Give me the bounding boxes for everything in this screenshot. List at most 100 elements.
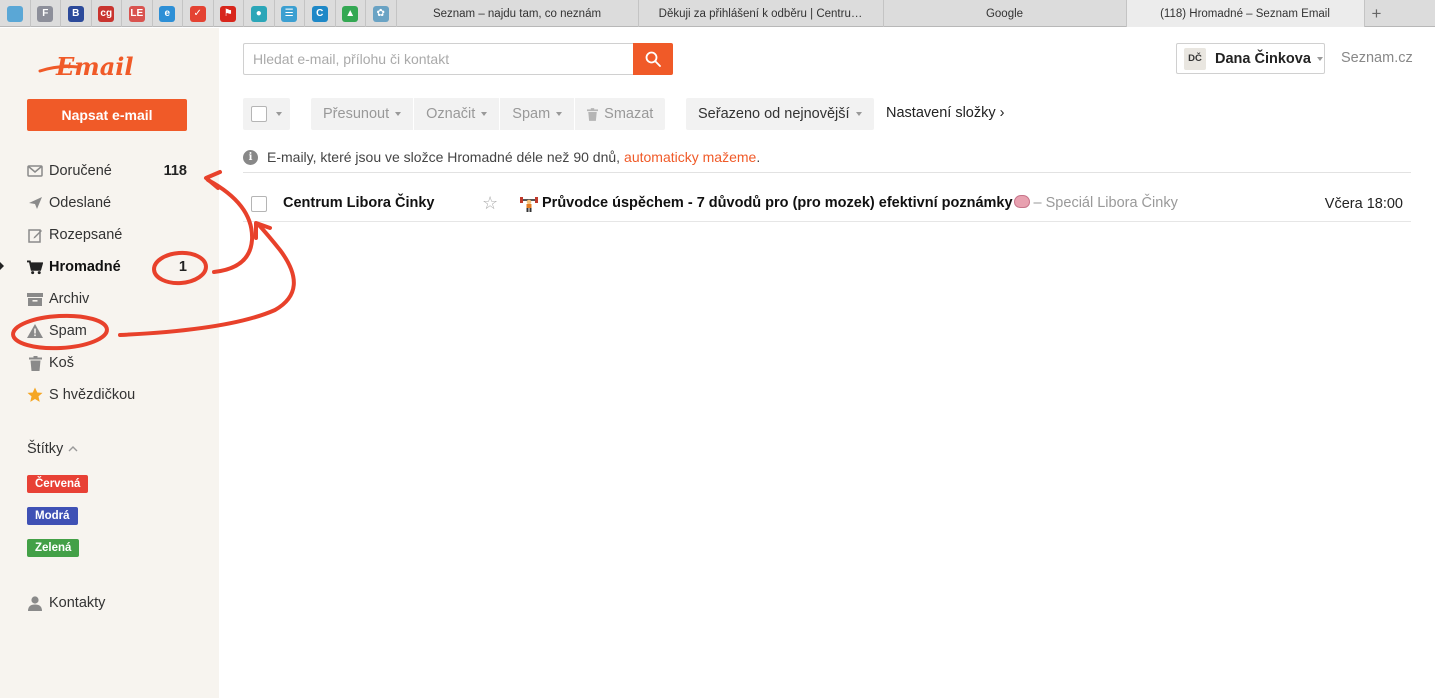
pinned-tab[interactable]: ☰ <box>275 0 305 27</box>
chevron-down-icon <box>395 112 402 116</box>
folder-archive[interactable]: Archiv <box>0 285 219 313</box>
pinned-tab[interactable]: ✿ <box>366 0 397 27</box>
folder-label: Doručené <box>49 163 112 179</box>
folder-trash[interactable]: Koš <box>0 349 219 377</box>
browser-tab-title: Seznam – najdu tam, co neznám <box>432 7 602 20</box>
message-subject: Průvodce úspěchem - 7 důvodů pro (pro mo… <box>542 195 1013 211</box>
browser-tab[interactable]: Google <box>884 0 1127 27</box>
select-all-group <box>243 98 290 130</box>
tag-label: Červená <box>35 478 81 490</box>
user-menu[interactable]: DČ Dana Činkova <box>1176 43 1325 74</box>
folder-label: S hvězdičkou <box>49 387 136 403</box>
folder-label: Hromadné <box>49 259 121 275</box>
sort-dropdown[interactable]: Seřazeno od nejnovější <box>686 98 874 130</box>
folder-starred[interactable]: S hvězdičkou <box>0 381 219 409</box>
person-icon <box>27 595 43 611</box>
tag-label: Modrá <box>35 510 70 522</box>
pinned-tab[interactable]: F <box>31 0 61 27</box>
tag-green[interactable]: Zelená <box>27 539 80 557</box>
f-icon: F <box>37 5 54 22</box>
spam-label: Spam <box>512 106 551 122</box>
tag-blue[interactable]: Modrá <box>27 507 78 525</box>
message-row[interactable]: Centrum Libora Činky ☆ Průvodce úspěchem… <box>243 187 1411 222</box>
select-all-checkbox-wrap[interactable] <box>243 98 290 130</box>
folder-settings-link[interactable]: Nastavení složky › <box>886 105 1004 121</box>
spam-button[interactable]: Spam <box>500 98 576 130</box>
pinned-tab[interactable]: B <box>61 0 92 27</box>
archive-icon <box>27 291 43 307</box>
move-button[interactable]: Přesunout <box>311 98 415 130</box>
browser-tab[interactable]: Seznam – najdu tam, co neznám <box>397 0 639 27</box>
message-actions-group: Přesunout Označit Spam Smazat <box>311 98 666 130</box>
mark-button[interactable]: Označit <box>414 98 501 130</box>
message-sender: Centrum Libora Činky <box>283 195 435 211</box>
le-icon: LE <box>128 5 145 22</box>
tags-heading[interactable]: Štítky <box>27 441 78 457</box>
c-icon: C <box>311 5 328 22</box>
folder-sent[interactable]: Odeslané <box>0 189 219 217</box>
tag-red[interactable]: Červená <box>27 475 89 493</box>
contacts-label: Kontakty <box>49 595 106 611</box>
avatar: DČ <box>1184 47 1206 70</box>
mark-label: Označit <box>426 106 476 122</box>
pinned-tab[interactable]: cg <box>92 0 122 27</box>
contacts-link[interactable]: Kontakty <box>0 589 219 617</box>
folder-drafts[interactable]: Rozepsané <box>0 221 219 249</box>
tags-heading-label: Štítky <box>27 441 64 457</box>
cart-icon <box>27 259 43 275</box>
cg-icon: cg <box>98 5 115 22</box>
delete-button[interactable]: Smazat <box>575 98 665 130</box>
chevron-up-icon <box>68 446 78 452</box>
new-tab-button[interactable]: + <box>1365 0 1389 27</box>
select-all-checkbox[interactable] <box>251 106 267 122</box>
folder-label: Spam <box>49 323 87 339</box>
chevron-down-icon <box>1316 56 1323 61</box>
sort-label: Seřazeno od nejnovější <box>698 106 850 122</box>
auto-delete-link[interactable]: automaticky mažeme <box>624 149 756 165</box>
pinned-tab[interactable]: ✓ <box>183 0 214 27</box>
flag-icon: ⚑ <box>220 5 237 22</box>
tag-label: Zelená <box>35 542 72 554</box>
search-input[interactable]: Hledat e-mail, přílohu či kontakt <box>243 43 634 75</box>
plus-icon: + <box>1371 3 1382 23</box>
star-toggle-icon[interactable]: ☆ <box>482 193 498 214</box>
pinned-tab[interactable]: e <box>153 0 183 27</box>
pinned-tab[interactable]: ● <box>244 0 275 27</box>
unread-count: 1 <box>178 259 187 275</box>
brain-icon <box>1013 195 1030 208</box>
search-icon <box>645 51 661 67</box>
folder-inbox[interactable]: Doručené 118 <box>0 157 219 185</box>
pinned-tab[interactable]: ⚑ <box>214 0 244 27</box>
message-checkbox[interactable] <box>251 196 267 212</box>
folder-bulk[interactable]: Hromadné 1 <box>0 253 219 281</box>
folder-label: Odeslané <box>49 195 112 211</box>
retention-notice: i E-maily, které jsou ve složce Hromadné… <box>243 148 760 166</box>
divider <box>243 172 1411 173</box>
message-date: Včera 18:00 <box>1324 196 1403 212</box>
chevron-down-icon <box>276 112 282 116</box>
browser-tab-title: (118) Hromadné – Seznam Email <box>1160 7 1330 20</box>
browser-tab-active[interactable]: (118) Hromadné – Seznam Email <box>1126 0 1365 27</box>
email-logo[interactable]: Email <box>38 53 166 81</box>
weightlifter-icon <box>520 195 538 215</box>
pinned-tab[interactable]: ▲ <box>336 0 366 27</box>
b-icon: B <box>67 5 84 22</box>
pinned-tab[interactable] <box>0 0 31 27</box>
drive-icon: ▲ <box>342 5 359 22</box>
inbox-icon <box>27 163 43 179</box>
trash-icon <box>587 107 599 121</box>
browser-tab-title: Google <box>985 7 1024 20</box>
compose-button[interactable]: Napsat e-mail <box>27 99 187 131</box>
seznam-link[interactable]: Seznam.cz <box>1341 50 1413 66</box>
todoist-icon: ✓ <box>189 5 206 22</box>
pinned-tab[interactable]: LE <box>122 0 153 27</box>
browser-tab-strip: F Bcg LE e ✓ ⚑ ● ☰ C ▲ ✿ Seznam – najdu tam, co ne… <box>0 0 1435 27</box>
pinned-tab[interactable]: C <box>305 0 336 27</box>
search-button[interactable] <box>633 43 673 75</box>
warning-icon <box>27 323 43 339</box>
drafts-icon <box>27 227 43 243</box>
browser-tab[interactable]: Děkuji za přihlášení k odběru | Centru… <box>639 0 884 27</box>
trash-icon <box>27 355 43 371</box>
select-all-dropdown[interactable] <box>243 98 290 130</box>
folder-spam[interactable]: Spam <box>0 317 219 345</box>
